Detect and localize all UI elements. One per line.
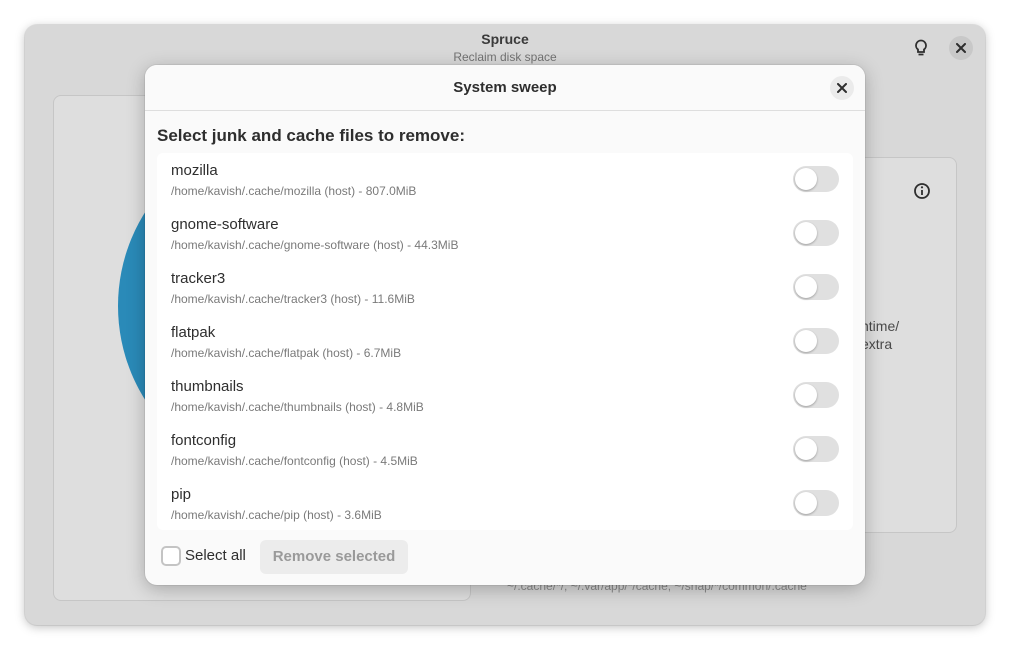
select-all-label[interactable]: Select all (185, 547, 246, 564)
item-name: thumbnails (171, 378, 244, 395)
close-icon (956, 43, 966, 53)
window-close-button[interactable] (949, 36, 973, 60)
item-detail: /home/kavish/.cache/fontconfig (host) - … (171, 454, 418, 468)
list-item: flatpak /home/kavish/.cache/flatpak (hos… (157, 315, 853, 369)
hint-button[interactable] (908, 35, 934, 61)
item-name: mozilla (171, 162, 218, 179)
toggle-knob (795, 276, 817, 298)
toggle-knob (795, 168, 817, 190)
item-toggle[interactable] (793, 436, 839, 462)
dialog-heading: Select junk and cache files to remove: (157, 126, 466, 145)
list-item: thumbnails /home/kavish/.cache/thumbnail… (157, 369, 853, 423)
cache-file-list: mozilla /home/kavish/.cache/mozilla (hos… (157, 153, 853, 530)
item-detail: /home/kavish/.cache/flatpak (host) - 6.7… (171, 346, 402, 360)
item-toggle[interactable] (793, 166, 839, 192)
system-sweep-dialog: System sweep Select junk and cache files… (145, 65, 865, 585)
toggle-knob (795, 492, 817, 514)
item-name: fontconfig (171, 432, 237, 449)
toggle-knob (795, 438, 817, 460)
list-item: gnome-software /home/kavish/.cache/gnome… (157, 207, 853, 261)
item-toggle[interactable] (793, 220, 839, 246)
details-path-line-2: extra (861, 336, 893, 352)
toggle-knob (795, 384, 817, 406)
dialog-header: System sweep (145, 65, 865, 111)
item-name: gnome-software (171, 216, 279, 233)
item-name: pip (171, 486, 192, 503)
dialog-title: System sweep (453, 79, 557, 96)
window-title: Spruce (481, 31, 529, 47)
toggle-knob (795, 222, 817, 244)
select-all-checkbox[interactable] (161, 546, 181, 566)
details-path-line-1: ntime/ (861, 318, 900, 334)
lightbulb-icon (915, 39, 927, 56)
item-detail: /home/kavish/.cache/gnome-software (host… (171, 238, 459, 252)
item-detail: /home/kavish/.cache/thumbnails (host) - … (171, 400, 424, 414)
item-toggle[interactable] (793, 274, 839, 300)
list-item: mozilla /home/kavish/.cache/mozilla (hos… (157, 153, 853, 207)
window-subtitle: Reclaim disk space (453, 50, 557, 64)
item-name: tracker3 (171, 270, 226, 287)
item-detail: /home/kavish/.cache/mozilla (host) - 807… (171, 184, 417, 198)
list-item: fontconfig /home/kavish/.cache/fontconfi… (157, 423, 853, 477)
info-icon[interactable] (913, 182, 931, 200)
list-item: pip /home/kavish/.cache/pip (host) - 3.6… (157, 477, 853, 530)
item-toggle[interactable] (793, 328, 839, 354)
remove-selected-button[interactable]: Remove selected (260, 540, 408, 574)
item-toggle[interactable] (793, 382, 839, 408)
item-name: flatpak (171, 324, 216, 341)
toggle-knob (795, 330, 817, 352)
close-icon (837, 83, 847, 93)
list-item: tracker3 /home/kavish/.cache/tracker3 (h… (157, 261, 853, 315)
item-toggle[interactable] (793, 490, 839, 516)
dialog-close-button[interactable] (830, 76, 854, 100)
item-detail: /home/kavish/.cache/pip (host) - 3.6MiB (171, 508, 382, 522)
item-detail: /home/kavish/.cache/tracker3 (host) - 11… (171, 292, 415, 306)
